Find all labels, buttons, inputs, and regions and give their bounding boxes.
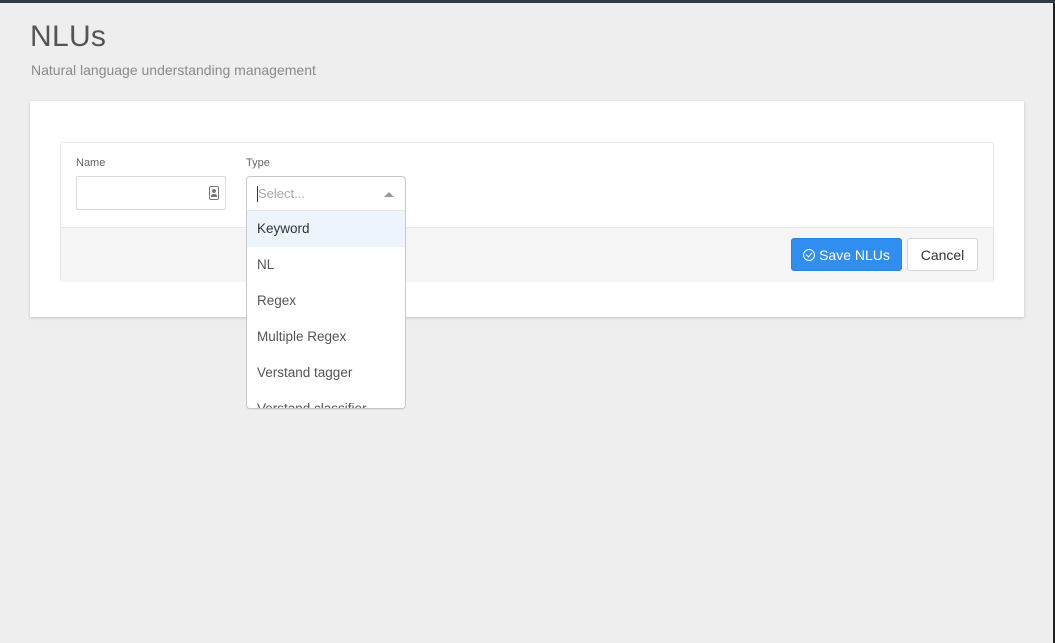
check-circle-icon: [803, 248, 816, 261]
form-card: Name Type Select... Save NLUs Cancel: [30, 101, 1024, 317]
type-select-placeholder: Select...: [258, 186, 305, 201]
caret-up-icon[interactable]: [384, 192, 394, 197]
dropdown-option-multiple-regex[interactable]: Multiple Regex: [247, 319, 405, 355]
top-bar: [0, 0, 1055, 3]
dropdown-option-verstand-classifier[interactable]: Verstand classifier: [247, 391, 405, 408]
contact-card-icon: [209, 186, 219, 200]
type-select[interactable]: Select...: [246, 176, 406, 212]
dropdown-option-verstand-tagger[interactable]: Verstand tagger: [247, 355, 405, 391]
form-footer: Save NLUs Cancel: [61, 227, 993, 282]
type-label: Type: [246, 157, 270, 169]
nlu-form: Name Type Select... Save NLUs Cancel: [60, 142, 994, 282]
name-label: Name: [76, 157, 106, 169]
save-button-label: Save NLUs: [819, 246, 890, 263]
page-title: NLUs: [30, 20, 107, 53]
name-input[interactable]: [83, 177, 207, 209]
cancel-button[interactable]: Cancel: [907, 238, 978, 271]
type-dropdown-menu[interactable]: Keyword NL Regex Multiple Regex Verstand…: [246, 210, 406, 409]
dropdown-option-nl[interactable]: NL: [247, 247, 405, 283]
dropdown-option-keyword[interactable]: Keyword: [247, 211, 405, 247]
save-nlus-button[interactable]: Save NLUs: [791, 238, 902, 271]
name-field[interactable]: [76, 176, 226, 210]
dropdown-option-regex[interactable]: Regex: [247, 283, 405, 319]
page-subtitle: Natural language understanding managemen…: [31, 62, 316, 78]
